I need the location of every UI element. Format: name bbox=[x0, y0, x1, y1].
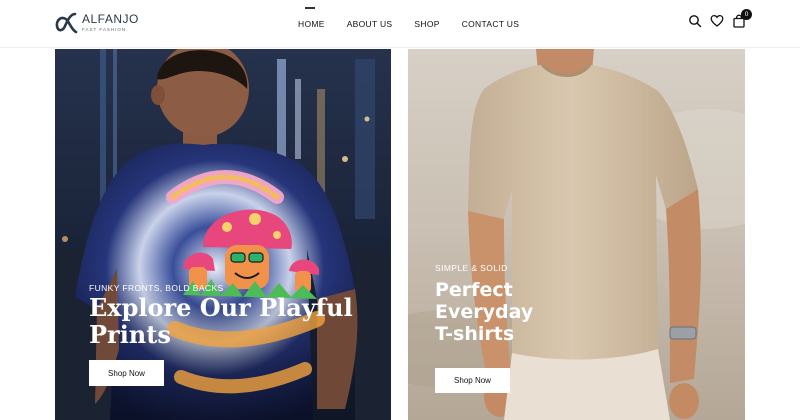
shop-now-button[interactable]: Shop Now bbox=[89, 360, 164, 386]
cart-count-badge: 0 bbox=[741, 9, 752, 20]
brand-name: ALFANJO bbox=[82, 12, 139, 26]
headline-line: Everyday bbox=[435, 301, 534, 323]
main-nav: HOME ABOUT US SHOP CONTACT US bbox=[298, 0, 541, 48]
shopping-bag-icon[interactable]: 0 bbox=[732, 9, 752, 28]
brand-tagline: FAST FASHION bbox=[82, 27, 127, 32]
nav-home[interactable]: HOME bbox=[298, 7, 325, 29]
headline-line: Prints bbox=[89, 320, 171, 349]
alpha-logo-icon bbox=[55, 12, 78, 34]
headline-line: Explore Our Playful bbox=[89, 293, 353, 322]
banner-everyday-tshirts[interactable]: SIMPLE & SOLID Perfect Everyday T-shirts… bbox=[408, 49, 745, 420]
search-icon[interactable] bbox=[688, 14, 702, 28]
banner-eyebrow: FUNKY FRONTS, BOLD BACKS bbox=[89, 283, 224, 293]
headline-line: T-shirts bbox=[435, 323, 515, 345]
headline-line: Perfect bbox=[435, 279, 513, 301]
banner-playful-prints[interactable]: FUNKY FRONTS, BOLD BACKS Explore Our Pla… bbox=[55, 49, 391, 420]
shop-now-button[interactable]: Shop Now bbox=[435, 368, 510, 393]
nav-shop[interactable]: SHOP bbox=[414, 19, 439, 29]
nav-about-us[interactable]: ABOUT US bbox=[347, 19, 393, 29]
beige-tshirt-photo bbox=[408, 49, 745, 420]
brand-logo[interactable]: ALFANJO FAST FASHION bbox=[55, 8, 139, 36]
banner-headline: Explore Our Playful Prints bbox=[89, 294, 353, 348]
banner-eyebrow: SIMPLE & SOLID bbox=[435, 263, 508, 273]
header-actions: 0 bbox=[688, 9, 754, 28]
banner-headline: Perfect Everyday T-shirts bbox=[435, 279, 533, 345]
heart-icon[interactable] bbox=[710, 14, 724, 28]
nav-contact-us[interactable]: CONTACT US bbox=[462, 19, 519, 29]
site-header: ALFANJO FAST FASHION HOME ABOUT US SHOP … bbox=[0, 0, 800, 48]
